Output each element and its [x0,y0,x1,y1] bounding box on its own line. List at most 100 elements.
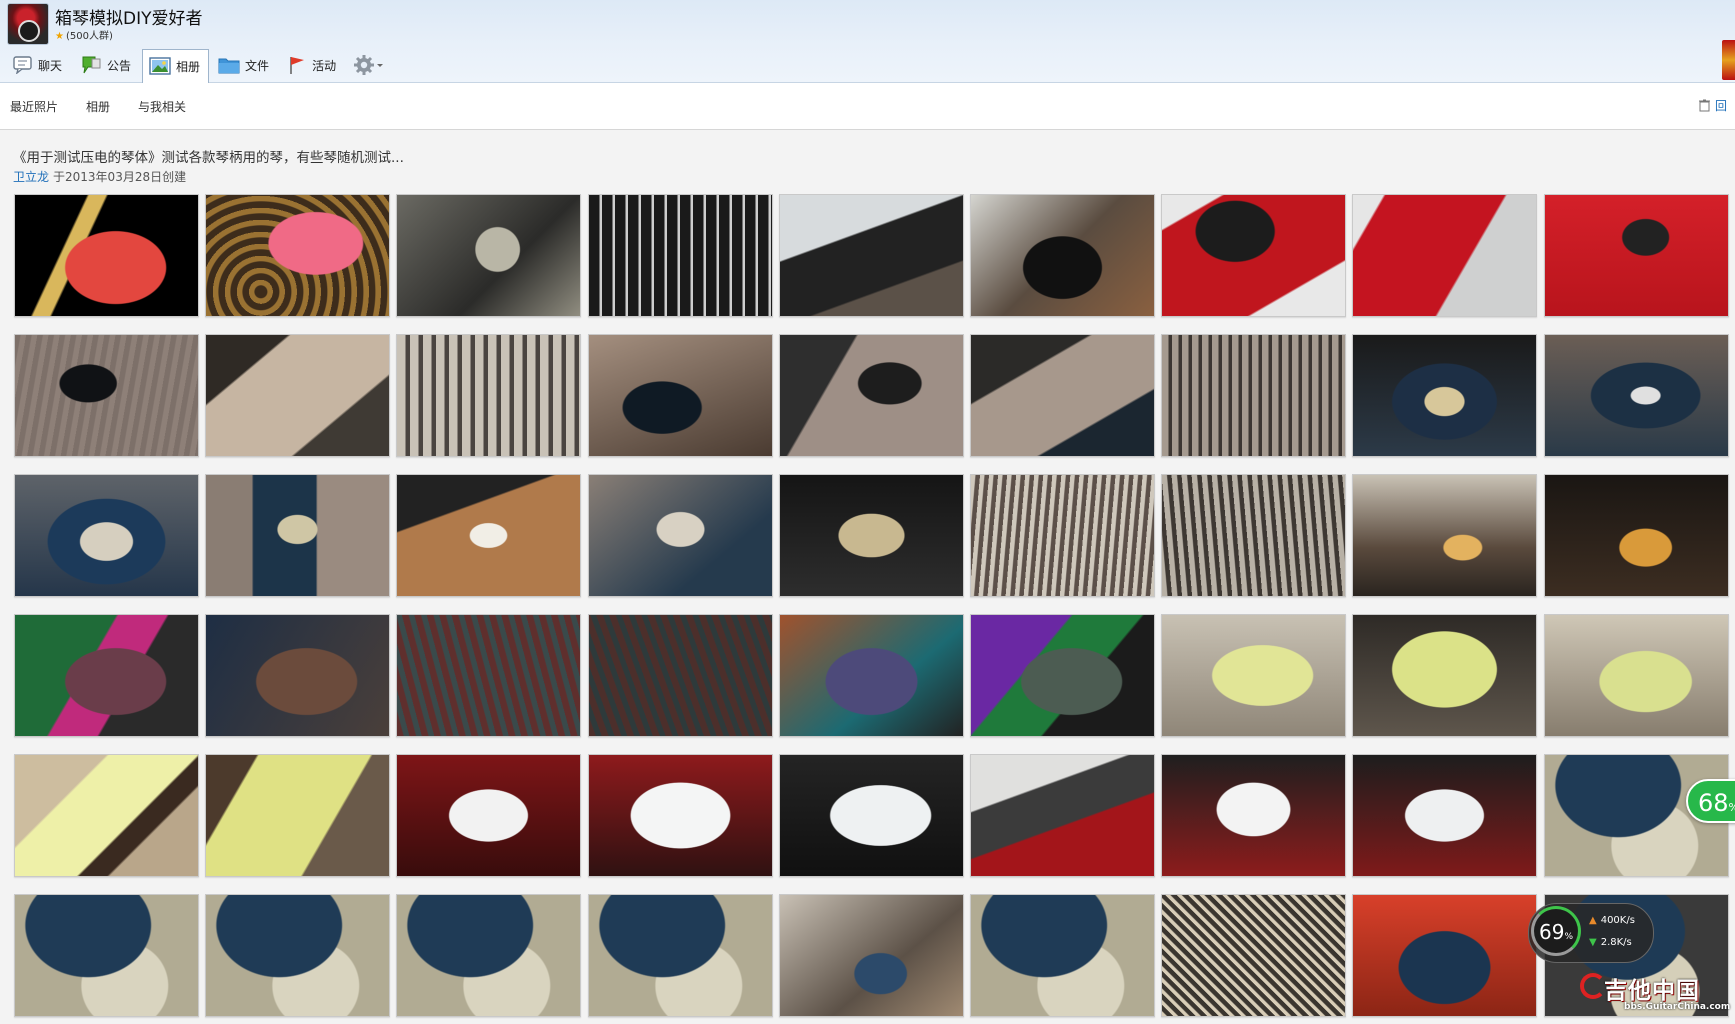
photo-image [1545,335,1728,456]
photo-thumbnail[interactable] [588,614,773,737]
album-author-link[interactable]: 卫立龙 [13,170,49,184]
photo-thumbnail[interactable] [970,614,1155,737]
tab-chat[interactable]: 聊天 [6,49,71,81]
watermark-text: 吉他中国 [1604,978,1700,1004]
photo-thumbnail[interactable] [205,894,390,1017]
photo-image [971,195,1154,316]
photo-thumbnail[interactable] [14,894,199,1017]
photo-thumbnail[interactable] [1544,194,1729,317]
photo-thumbnail[interactable] [396,194,581,317]
photo-thumbnail[interactable] [1161,194,1346,317]
photo-thumbnail[interactable] [396,754,581,877]
photo-image [206,475,389,596]
photo-thumbnail[interactable] [1352,894,1537,1017]
photo-image [780,195,963,316]
photo-thumbnail[interactable] [14,194,199,317]
photo-thumbnail[interactable] [1544,474,1729,597]
photo-thumbnail[interactable] [1352,474,1537,597]
photo-image [780,895,963,1016]
settings-dropdown[interactable] [353,54,385,76]
trash-icon [1699,99,1710,112]
photo-thumbnail[interactable] [1352,614,1537,737]
speed-ring: 69% [1531,906,1581,956]
photo-thumbnail[interactable] [1352,334,1537,457]
watermark-logo-icon [1580,973,1606,999]
user-avatar[interactable] [1722,40,1735,80]
photo-thumbnail[interactable] [14,754,199,877]
photo-thumbnail[interactable] [205,474,390,597]
photo-thumbnail[interactable] [970,474,1155,597]
speed-percent: 69 [1538,920,1565,944]
photo-thumbnail[interactable] [779,754,964,877]
network-speed-widget[interactable]: 69% ▲ 400K/s ▼ 2.8K/s [1528,903,1654,963]
album-meta: 卫立龙 于2013年03月28日创建 [13,168,186,185]
photo-image [206,615,389,736]
photo-image [1353,895,1536,1016]
photo-image [1162,615,1345,736]
photo-image [397,195,580,316]
upload-speed-unit: K/s [1619,915,1635,926]
photo-thumbnail[interactable] [1161,754,1346,877]
photo-thumbnail[interactable] [396,334,581,457]
photo-thumbnail[interactable] [1352,194,1537,317]
member-count-row: ★ (500人群) [55,27,113,42]
tab-album-label: 相册 [176,59,201,74]
group-avatar[interactable] [7,3,49,45]
photo-thumbnail[interactable] [1352,754,1537,877]
announcement-icon [82,56,101,74]
back-button[interactable]: 回 [1698,97,1727,114]
photo-thumbnail[interactable] [588,474,773,597]
tab-recent-photos[interactable]: 最近照片 [10,98,58,115]
photo-image [15,755,198,876]
tab-album[interactable]: 相册 [142,48,210,84]
photo-thumbnail[interactable] [14,474,199,597]
tab-related-to-me[interactable]: 与我相关 [138,98,186,115]
photo-thumbnail[interactable] [14,614,199,737]
photo-thumbnail[interactable] [1161,614,1346,737]
accelerator-badge[interactable]: 68% [1686,779,1735,823]
watermark-url: bbs.GuitarChina.com [1624,1002,1731,1012]
photo-image [1545,475,1728,596]
photo-thumbnail[interactable] [205,194,390,317]
photo-thumbnail[interactable] [396,474,581,597]
tab-albums[interactable]: 相册 [86,98,110,115]
photo-thumbnail[interactable] [779,474,964,597]
photo-thumbnail[interactable] [588,194,773,317]
photo-thumbnail[interactable] [970,334,1155,457]
photo-image [780,335,963,456]
photo-thumbnail[interactable] [1544,614,1729,737]
photo-thumbnail[interactable] [779,334,964,457]
tab-events[interactable]: 活动 [280,49,345,81]
download-speed: ▼ 2.8K/s [1589,937,1632,948]
photo-thumbnail[interactable] [396,614,581,737]
photo-image [206,755,389,876]
tab-files[interactable]: 文件 [211,49,278,81]
photo-thumbnail[interactable] [588,334,773,457]
photo-thumbnail[interactable] [205,334,390,457]
photo-thumbnail[interactable] [1161,474,1346,597]
photo-thumbnail[interactable] [1544,334,1729,457]
star-icon: ★ [55,31,64,42]
photo-thumbnail[interactable] [1161,894,1346,1017]
photo-thumbnail[interactable] [970,194,1155,317]
back-label: 回 [1715,99,1728,113]
photo-image [971,475,1154,596]
photo-thumbnail[interactable] [1161,334,1346,457]
photo-thumbnail[interactable] [205,614,390,737]
arrow-down-icon: ▼ [1589,937,1597,948]
arrow-up-icon: ▲ [1589,915,1597,926]
photo-image [589,895,772,1016]
photo-image [15,895,198,1016]
album-created-date: 于2013年03月28日创建 [53,170,187,184]
photo-thumbnail[interactable] [970,894,1155,1017]
photo-thumbnail[interactable] [779,194,964,317]
photo-thumbnail[interactable] [14,334,199,457]
photo-thumbnail[interactable] [588,754,773,877]
photo-thumbnail[interactable] [588,894,773,1017]
photo-thumbnail[interactable] [205,754,390,877]
photo-thumbnail[interactable] [779,614,964,737]
photo-thumbnail[interactable] [970,754,1155,877]
tab-announcement[interactable]: 公告 [73,49,140,81]
photo-thumbnail[interactable] [396,894,581,1017]
photo-thumbnail[interactable] [779,894,964,1017]
